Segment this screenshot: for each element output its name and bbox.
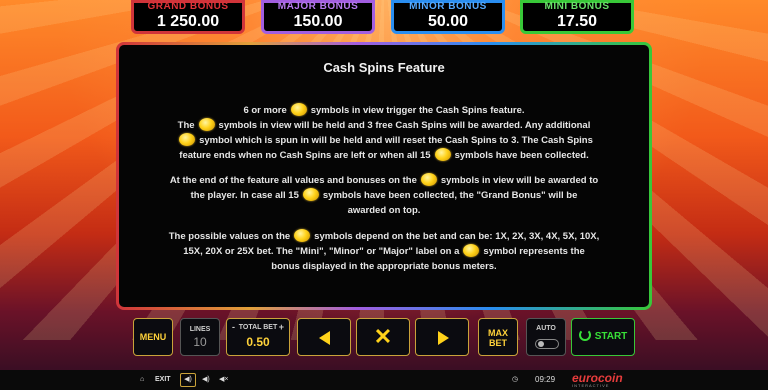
mini-bonus-meter: MINI BONUS 17.50 [520,0,634,34]
max-bet-label-line2: BET [489,338,507,348]
gold-coin-icon [294,229,311,242]
gold-coin-icon [198,118,215,131]
text-fragment: symbols in view will be awarded to [440,175,599,186]
text-fragment: symbols have been collected, the "Grand … [322,190,578,201]
grand-bonus-meter: GRAND BONUS 1 250.00 [131,0,245,34]
autoplay-toggle[interactable] [535,339,559,349]
auto-label: AUTO [536,325,556,332]
next-page-button[interactable] [415,318,469,356]
paytable-panel: Cash Spins Feature 6 or more symbols in v… [116,42,652,310]
max-bet-button[interactable]: MAX BET [478,318,518,356]
text-line: awarded on top. [347,205,421,216]
previous-page-button[interactable] [297,318,351,356]
clock-icon: ◷ [512,376,519,383]
text-fragment: symbol represents the [483,246,585,257]
text-fragment: At the end of the feature all values and… [169,175,417,186]
text-fragment: 15X, 20X or 25X bet. The "Mini", "Minor"… [183,246,460,257]
menu-button[interactable]: MENU [133,318,173,356]
gold-coin-icon [290,103,307,116]
text-line: symbol which is spun in will be held and… [141,133,627,148]
text-fragment: the player. In case all 15 [190,190,299,201]
text-fragment: symbols in view trigger the Cash Spins f… [310,105,525,116]
gold-coin-icon [179,133,196,146]
text-fragment: symbols have been collected. [454,150,589,161]
major-bonus-label: MAJOR BONUS [277,1,359,12]
gold-coin-icon [434,148,451,161]
text-line: feature ends when no Cash Spins are left… [141,148,627,163]
toggle-knob [538,341,544,347]
clock-time: 09:29 [535,375,556,384]
status-bar: ⌂ EXIT ◀) ◀) ◀× ◷ 09:29 eurocoin INTERAC… [0,370,768,390]
lines-display: LINES 10 [180,318,220,356]
panel-title: Cash Spins Feature [323,60,445,75]
spin-icon [578,329,591,341]
text-fragment: symbols depend on the bet and can be: 1X… [314,231,600,242]
increase-bet-button[interactable]: + [279,322,284,332]
text-fragment: symbols in view will be held and 3 free … [218,120,591,131]
grand-bonus-label: GRAND BONUS [147,1,229,12]
lines-value: 10 [193,335,207,349]
text-line: The symbols in view will be held and 3 fr… [141,118,627,133]
lines-label: LINES [189,326,211,333]
arrow-left-icon [319,331,330,345]
autoplay-button[interactable]: AUTO [526,318,566,356]
mini-bonus-value: 17.50 [556,13,598,30]
decrease-bet-button[interactable]: - [232,322,235,332]
total-bet-value: 0.50 [246,335,270,349]
home-icon[interactable]: ⌂ [140,370,144,390]
close-icon: ✕ [373,324,393,349]
max-bet-label-line1: MAX [488,328,508,338]
mute-icon[interactable]: ◀× [219,370,228,390]
paragraph-values: The possible values on the symbols depend… [141,229,627,274]
text-line: At the end of the feature all values and… [141,173,627,188]
mini-bonus-label: MINI BONUS [544,1,610,12]
text-line: the player. In case all 15 symbols have b… [141,188,627,203]
paragraph-end-of-feature: At the end of the feature all values and… [141,173,627,218]
grand-bonus-value: 1 250.00 [156,13,220,30]
text-line: 6 or more symbols in view trigger the Cas… [141,103,627,118]
text-fragment: feature ends when no Cash Spins are left… [179,150,431,161]
sound-effects-icon[interactable]: ◀) [202,370,210,390]
text-line: The possible values on the symbols depend… [141,229,627,244]
start-label: START [594,331,628,342]
text-fragment: The possible values on the [168,231,291,242]
total-bet-control: - + TOTAL BET 0.50 [226,318,290,356]
gold-coin-icon [302,188,319,201]
text-fragment: 6 or more [243,105,287,116]
text-fragment: symbol which is spun in will be held and… [199,135,593,146]
text-line: 15X, 20X or 25X bet. The "Mini", "Minor"… [141,244,627,259]
minor-bonus-label: MINOR BONUS [409,1,487,12]
major-bonus-value: 150.00 [293,13,343,30]
exit-button[interactable]: EXIT [155,370,171,390]
minor-bonus-value: 50.00 [427,13,469,30]
eurocoin-logo-subtitle: INTERACTIVE [572,383,610,388]
minor-bonus-meter: MINOR BONUS 50.00 [391,0,505,34]
gold-coin-icon [420,173,437,186]
paragraph-trigger: 6 or more symbols in view trigger the Cas… [141,103,627,163]
major-bonus-meter: MAJOR BONUS 150.00 [261,0,375,34]
arrow-right-icon [438,331,449,345]
close-paytable-button[interactable]: ✕ [356,318,410,356]
text-line: bonus displayed in the appropriate bonus… [271,261,497,272]
start-button[interactable]: START [571,318,635,356]
gold-coin-icon [463,244,480,257]
text-fragment: The [177,120,195,131]
sound-on-icon[interactable]: ◀) [180,373,196,387]
